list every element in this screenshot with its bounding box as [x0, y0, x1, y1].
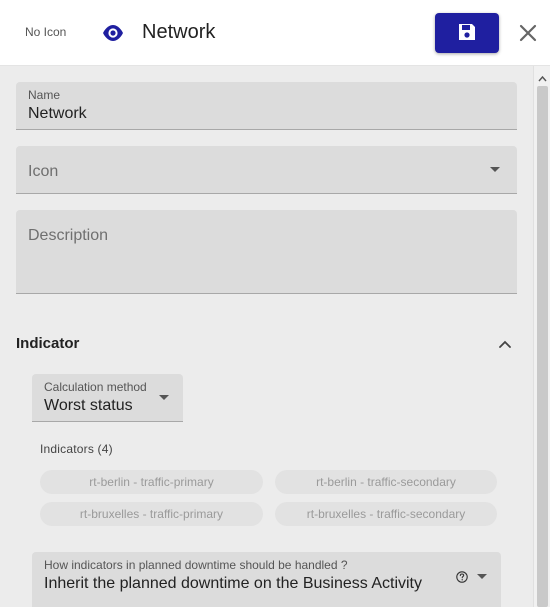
section-title-indicator: Indicator — [16, 335, 80, 352]
icon-select[interactable]: Icon — [16, 146, 517, 194]
eye-icon[interactable] — [102, 24, 124, 42]
chevron-up-icon[interactable] — [498, 336, 512, 348]
indicator-chip-label: rt-bruxelles - traffic-secondary — [306, 507, 466, 521]
indicator-chip[interactable]: rt-berlin - traffic-primary — [40, 470, 263, 494]
planned-downtime-select[interactable]: How indicators in planned downtime shoul… — [32, 552, 501, 607]
indicator-chip[interactable]: rt-bruxelles - traffic-primary — [40, 502, 263, 526]
save-button[interactable] — [435, 13, 499, 53]
icon-placeholder: Icon — [28, 163, 59, 180]
name-field[interactable]: Name Network — [16, 82, 517, 130]
scrollbar-thumb[interactable] — [537, 86, 548, 607]
close-icon[interactable] — [517, 22, 539, 44]
planned-downtime-label: How indicators in planned downtime shoul… — [44, 558, 348, 572]
calculation-method-label: Calculation method — [44, 380, 147, 394]
indicator-chip[interactable]: rt-bruxelles - traffic-secondary — [275, 502, 497, 526]
name-label: Name — [28, 88, 61, 102]
indicators-title: Indicators (4) — [40, 442, 113, 456]
calculation-method-value: Worst status — [44, 397, 133, 414]
indicator-chip-label: rt-bruxelles - traffic-primary — [79, 507, 224, 521]
scroll-up-arrow-icon[interactable] — [538, 70, 547, 82]
panel-header: No Icon Network — [0, 0, 550, 66]
help-icon[interactable] — [456, 570, 468, 583]
description-placeholder: Description — [28, 227, 109, 244]
vertical-scrollbar[interactable] — [533, 66, 550, 607]
description-field[interactable]: Description — [16, 210, 517, 294]
calculation-method-select[interactable]: Calculation method Worst status — [32, 374, 183, 422]
floppy-disk-icon — [458, 23, 476, 44]
form-body: Name Network Icon Description Indicator … — [0, 66, 533, 607]
no-icon-label[interactable]: No Icon — [25, 25, 66, 39]
indicator-chip-label: rt-berlin - traffic-secondary — [316, 475, 456, 489]
name-value[interactable]: Network — [28, 105, 87, 123]
page-title: Network — [142, 21, 216, 43]
planned-downtime-value: Inherit the planned downtime on the Busi… — [44, 575, 422, 592]
chevron-down-icon[interactable] — [490, 167, 500, 172]
indicator-chip-label: rt-berlin - traffic-primary — [89, 475, 214, 489]
indicator-chip[interactable]: rt-berlin - traffic-secondary — [275, 470, 497, 494]
chevron-down-icon[interactable] — [477, 574, 487, 579]
edit-panel: No Icon Network Name Network Icon Descri… — [0, 0, 550, 607]
chevron-down-icon[interactable] — [159, 395, 169, 400]
